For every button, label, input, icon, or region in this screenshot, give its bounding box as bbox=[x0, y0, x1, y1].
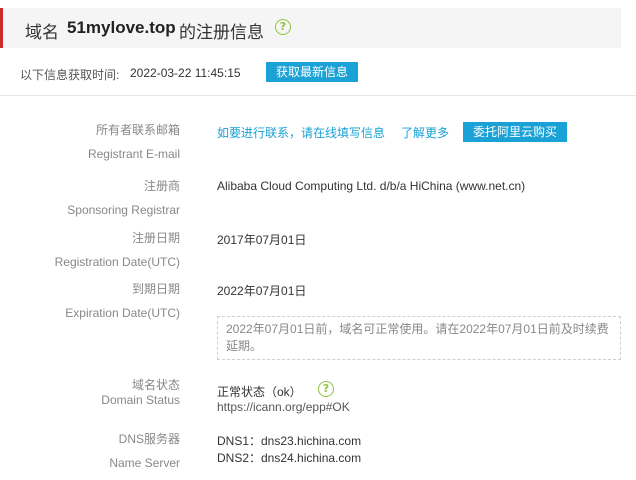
dns-label-en: Name Server bbox=[109, 456, 180, 470]
exp-date-label: 到期日期 Expiration Date(UTC) bbox=[65, 277, 180, 325]
exp-date-label-cn: 到期日期 bbox=[131, 282, 180, 296]
reg-date-value: 2017年07月01日 bbox=[217, 233, 307, 247]
help-icon[interactable]: ? bbox=[275, 19, 291, 35]
fetch-time-value: 2022-03-22 11:45:15 bbox=[130, 66, 241, 80]
expiry-notice-line2: 延期。 bbox=[226, 339, 263, 353]
header-prefix: 域名 bbox=[25, 23, 59, 42]
dns-label: DNS服务器 Name Server bbox=[109, 427, 180, 475]
status-value: 正常状态（ok） bbox=[217, 385, 302, 399]
dns1-value: DNS1：dns23.hichina.com bbox=[217, 434, 362, 448]
dns-label-cn: DNS服务器 bbox=[118, 432, 180, 446]
reg-date-label: 注册日期 Registration Date(UTC) bbox=[55, 226, 180, 274]
expiry-notice: 2022年07月01日前，域名可正常使用。请在2022年07月01日前及时续费 … bbox=[217, 316, 621, 360]
reg-date-label-cn: 注册日期 bbox=[131, 231, 180, 245]
fetch-bar: 以下信息获取时间: 2022-03-22 11:45:15 获取最新信息 bbox=[0, 58, 636, 94]
registrar-value: Alibaba Cloud Computing Ltd. d/b/a HiChi… bbox=[217, 179, 526, 193]
email-label-cn: 所有者联系邮箱 bbox=[95, 123, 180, 137]
reg-date-label-en: Registration Date(UTC) bbox=[54, 255, 180, 269]
status-epp-link[interactable]: https://icann.org/epp#OK bbox=[217, 400, 350, 414]
contact-online-link[interactable]: 如要进行联系，请在线填写信息 bbox=[217, 124, 385, 141]
divider bbox=[0, 95, 636, 96]
fetch-time-label: 以下信息获取时间: bbox=[20, 68, 120, 82]
header-suffix: 的注册信息 bbox=[179, 23, 264, 42]
exp-date-value: 2022年07月01日 bbox=[217, 284, 307, 298]
status-label: 域名状态 Domain Status bbox=[101, 378, 180, 408]
domain-name: 51mylove.top bbox=[67, 18, 176, 37]
entrust-aliyun-button[interactable]: 委托阿里云购买 bbox=[463, 122, 567, 142]
status-label-en: Domain Status bbox=[101, 393, 180, 407]
registrar-label: 注册商 Sponsoring Registrar bbox=[67, 174, 180, 222]
registrar-label-en: Sponsoring Registrar bbox=[67, 203, 180, 217]
status-help-icon[interactable]: ? bbox=[318, 381, 334, 397]
status-label-cn: 域名状态 bbox=[131, 378, 180, 392]
page-header: 域名 51mylove.top 的注册信息 ? bbox=[0, 8, 621, 48]
exp-date-label-en: Expiration Date(UTC) bbox=[65, 306, 180, 320]
dns2-value: DNS2：dns24.hichina.com bbox=[217, 451, 362, 465]
expiry-notice-line1: 2022年07月01日前，域名可正常使用。请在2022年07月01日前及时续费 bbox=[226, 322, 609, 336]
email-label: 所有者联系邮箱 Registrant E-mail bbox=[88, 118, 180, 166]
registrar-label-cn: 注册商 bbox=[143, 179, 180, 193]
learn-more-link[interactable]: 了解更多 bbox=[401, 124, 449, 141]
email-label-en: Registrant E-mail bbox=[87, 147, 180, 161]
fetch-latest-button[interactable]: 获取最新信息 bbox=[266, 62, 358, 82]
